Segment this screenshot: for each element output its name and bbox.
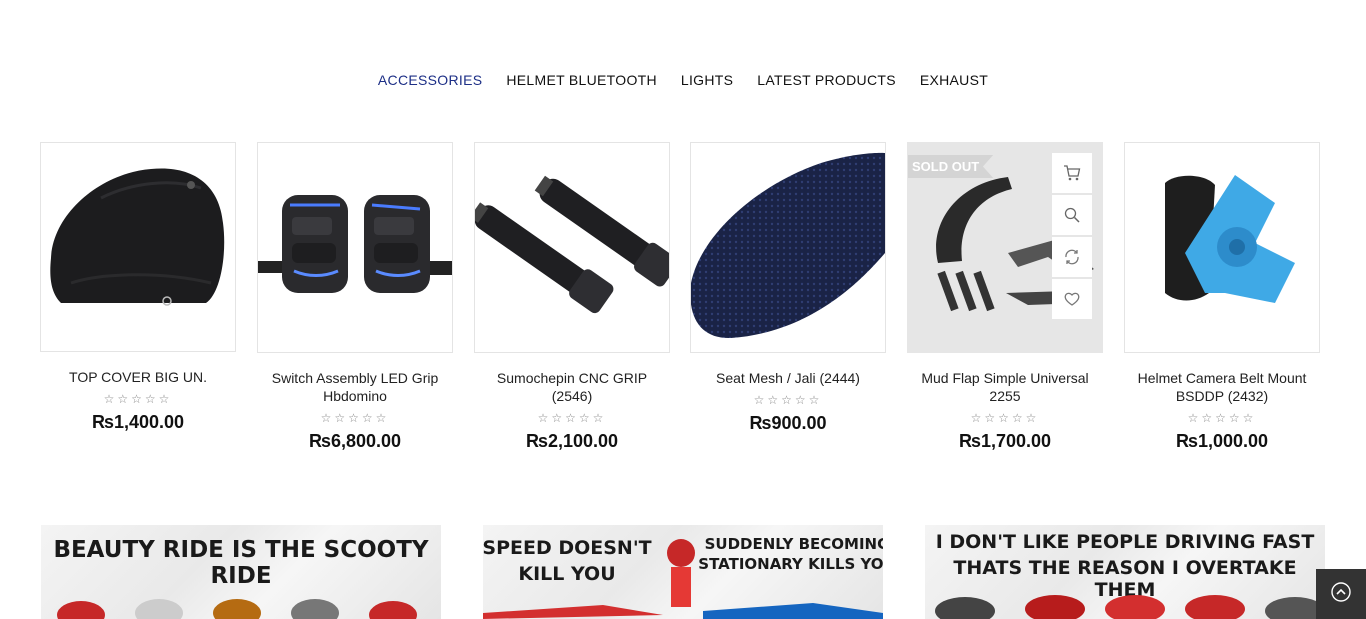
product-image[interactable] xyxy=(1124,142,1320,353)
sold-out-badge: SOLD OUT xyxy=(908,155,994,178)
product-image[interactable] xyxy=(40,142,236,352)
product-price: ₨6,800.00 xyxy=(308,431,402,451)
promo-banner[interactable]: BEAUTY RIDE IS THE SCOOTY RIDE xyxy=(41,525,441,619)
wishlist-button[interactable] xyxy=(1052,279,1092,319)
switch-assembly-image xyxy=(258,195,452,293)
product-price: ₨1,000.00 xyxy=(1175,431,1269,451)
tab-accessories[interactable]: ACCESSORIES xyxy=(378,72,482,88)
tab-exhaust[interactable]: EXHAUST xyxy=(920,72,988,88)
rating-stars: ☆☆☆☆☆ xyxy=(103,392,173,406)
tab-helmet-bluetooth[interactable]: HELMET BLUETOOTH xyxy=(506,72,657,88)
product-image[interactable]: SOLD OUT xyxy=(907,142,1103,353)
product-card[interactable]: Helmet Camera Belt Mount BSDDP (2432) ☆☆… xyxy=(1124,142,1320,452)
seat-mesh-image xyxy=(691,152,885,339)
product-price: ₨1,700.00 xyxy=(958,431,1052,451)
arrow-up-icon xyxy=(1330,581,1352,608)
promo-banner[interactable]: SPEED DOESN'T KILL YOU SUDDENLY BECOMING… xyxy=(483,525,883,619)
product-title[interactable]: Mud Flap Simple Universal 2255 xyxy=(907,369,1103,405)
heart-icon xyxy=(1063,290,1081,308)
banner-line: I DON'T LIKE PEOPLE DRIVING FAST xyxy=(935,531,1315,553)
category-tabs: ACCESSORIES HELMET BLUETOOTH LIGHTS LATE… xyxy=(0,72,1366,88)
product-card[interactable]: Switch Assembly LED Grip Hbdomino ☆☆☆☆☆ … xyxy=(257,142,453,452)
scroll-to-top-button[interactable] xyxy=(1316,569,1366,619)
belt-mount-image xyxy=(1165,175,1295,303)
product-title[interactable]: Switch Assembly LED Grip Hbdomino xyxy=(257,369,453,405)
product-price: ₨1,400.00 xyxy=(91,412,185,432)
motocross-image xyxy=(483,539,883,619)
rating-stars: ☆☆☆☆☆ xyxy=(753,393,823,407)
product-title[interactable]: TOP COVER BIG UN. xyxy=(40,368,236,386)
grip-image xyxy=(475,175,669,314)
compare-button[interactable] xyxy=(1052,237,1092,277)
cart-icon xyxy=(1063,164,1081,182)
product-title[interactable]: Helmet Camera Belt Mount BSDDP (2432) xyxy=(1124,369,1320,405)
rating-stars: ☆☆☆☆☆ xyxy=(537,411,607,425)
compare-icon xyxy=(1063,248,1081,266)
product-card[interactable]: Seat Mesh / Jali (2444) ☆☆☆☆☆ ₨900.00 xyxy=(690,142,886,434)
sportbikes-image xyxy=(935,595,1325,619)
add-to-cart-button[interactable] xyxy=(1052,153,1092,193)
quick-view-button[interactable] xyxy=(1052,195,1092,235)
promo-banner[interactable]: I DON'T LIKE PEOPLE DRIVING FAST THATS T… xyxy=(925,525,1325,619)
product-price: ₨900.00 xyxy=(749,413,827,433)
search-icon xyxy=(1063,206,1081,224)
product-title[interactable]: Seat Mesh / Jali (2444) xyxy=(690,369,886,387)
product-image[interactable] xyxy=(257,142,453,353)
product-actions xyxy=(1052,153,1092,319)
product-image[interactable] xyxy=(474,142,670,353)
product-price: ₨2,100.00 xyxy=(525,431,619,451)
scooters-image xyxy=(57,599,417,619)
tab-latest-products[interactable]: LATEST PRODUCTS xyxy=(757,72,896,88)
rating-stars: ☆☆☆☆☆ xyxy=(320,411,390,425)
product-card[interactable]: TOP COVER BIG UN. ☆☆☆☆☆ ₨1,400.00 xyxy=(40,142,236,433)
bike-cover-image xyxy=(50,168,225,306)
tab-lights[interactable]: LIGHTS xyxy=(681,72,733,88)
product-title[interactable]: Sumochepin CNC GRIP (2546) xyxy=(474,369,670,405)
product-card[interactable]: Sumochepin CNC GRIP (2546) ☆☆☆☆☆ ₨2,100.… xyxy=(474,142,670,452)
product-card[interactable]: SOLD OUT Mud Flap Simple Universal 2255 … xyxy=(907,142,1103,452)
rating-stars: ☆☆☆☆☆ xyxy=(970,411,1040,425)
product-image[interactable] xyxy=(690,142,886,353)
rating-stars: ☆☆☆☆☆ xyxy=(1187,411,1257,425)
